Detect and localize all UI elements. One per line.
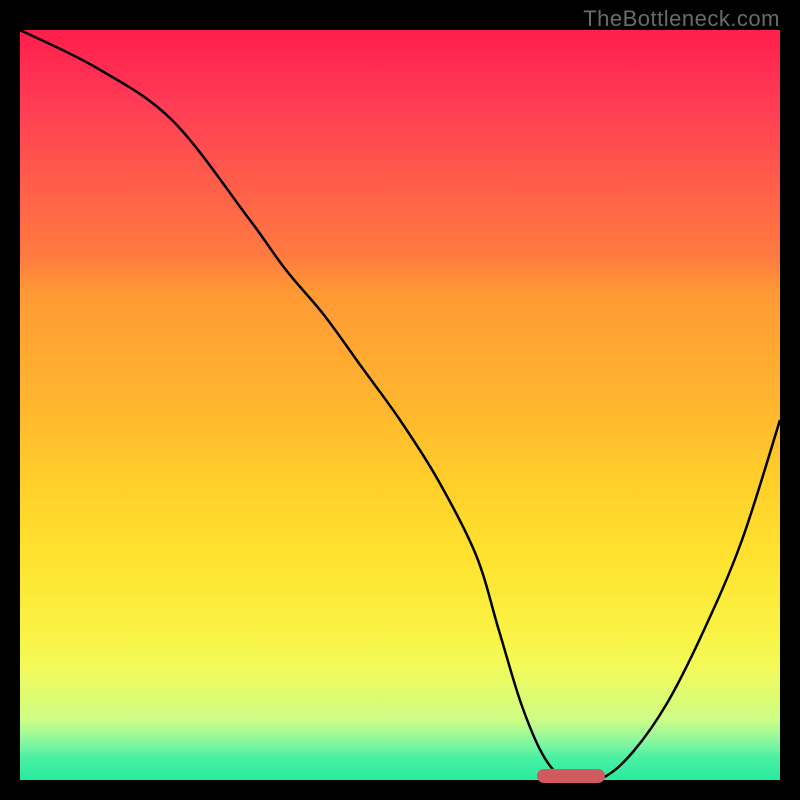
plot-area <box>20 30 780 780</box>
watermark-text: TheBottleneck.com <box>583 6 780 32</box>
optimum-marker <box>537 769 605 783</box>
line-curve-svg <box>20 30 780 780</box>
curve-path <box>20 30 780 780</box>
chart-container: TheBottleneck.com <box>0 0 800 800</box>
